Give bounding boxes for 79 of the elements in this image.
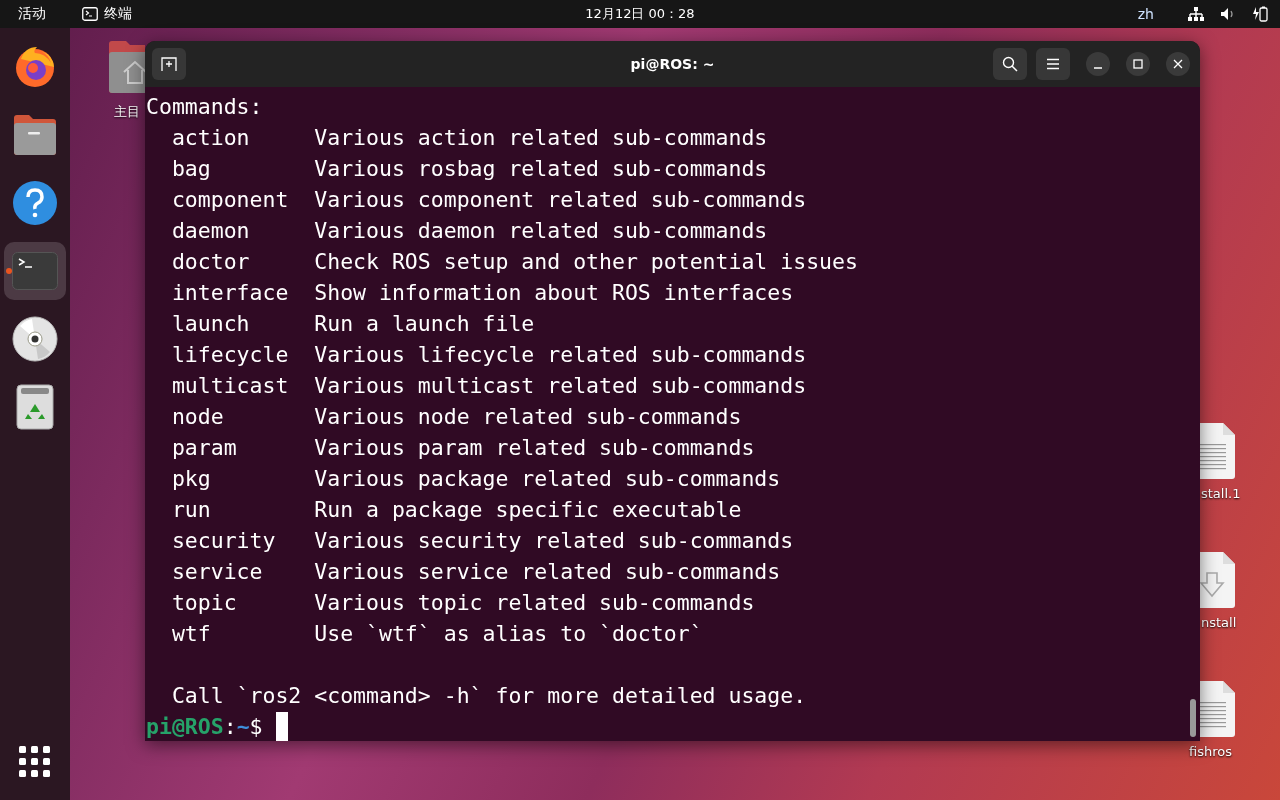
close-button[interactable] (1166, 52, 1190, 76)
network-icon[interactable] (1188, 7, 1204, 21)
search-icon (1002, 56, 1018, 72)
command-description: Various multicast related sub-commands (314, 372, 807, 400)
command-description: Use `wtf` as alias to `doctor` (314, 620, 703, 648)
scrollbar-thumb[interactable] (1190, 699, 1196, 737)
command-name: run (171, 496, 212, 524)
terminal-icon (12, 252, 58, 290)
trash-icon (16, 384, 54, 430)
command-name: component (171, 186, 290, 214)
command-description: Various security related sub-commands (314, 527, 794, 555)
folder-icon (12, 114, 58, 156)
command-description: Various param related sub-commands (314, 434, 755, 462)
text-file-icon[interactable] (1200, 680, 1236, 738)
prompt-path: ~ (236, 713, 250, 741)
command-description: Various topic related sub-commands (314, 589, 755, 617)
minimize-button[interactable] (1086, 52, 1110, 76)
command-description: Run a launch file (314, 310, 535, 338)
command-name: doctor (171, 248, 251, 276)
minimize-icon (1093, 67, 1103, 69)
activities-button[interactable]: 活动 (18, 5, 46, 23)
download-file-icon[interactable] (1200, 551, 1236, 609)
close-icon (1173, 59, 1183, 69)
maximize-icon (1133, 59, 1143, 69)
command-name: node (171, 403, 225, 431)
command-description: Various action related sub-commands (314, 124, 768, 152)
maximize-button[interactable] (1126, 52, 1150, 76)
menu-icon (1046, 58, 1060, 70)
command-name: bag (171, 155, 212, 183)
command-description: Various component related sub-commands (314, 186, 807, 214)
command-description: Show information about ROS interfaces (314, 279, 794, 307)
command-name: wtf (171, 620, 212, 648)
command-name: launch (171, 310, 251, 338)
command-description: Check ROS setup and other potential issues (314, 248, 858, 276)
prompt-user-host: pi@ROS (146, 713, 224, 741)
help-icon (12, 180, 58, 226)
command-name: lifecycle (171, 341, 290, 369)
desktop-icon-label: fishros (1189, 744, 1232, 759)
desktop-icon-label: nstall (1201, 615, 1237, 630)
prompt-symbol: $ (249, 713, 263, 741)
command-description: Various package related sub-commands (314, 465, 781, 493)
app-grid-icon[interactable] (19, 746, 51, 778)
desktop-icon-label: stall.1 (1201, 486, 1241, 501)
command-name: multicast (171, 372, 290, 400)
command-name: action (171, 124, 251, 152)
battery-icon[interactable] (1252, 6, 1268, 22)
command-name: service (171, 558, 264, 586)
input-method-indicator[interactable]: zh (1137, 6, 1154, 22)
window-title: pi@ROS: ~ (630, 56, 715, 72)
command-description: Various service related sub-commands (314, 558, 781, 586)
command-description: Various rosbag related sub-commands (314, 155, 768, 183)
prompt-separator: : (223, 713, 237, 741)
command-name: pkg (171, 465, 212, 493)
fox-globe-icon (13, 45, 57, 89)
output-line: Call `ros2 <command> -h` for more detailed usage. (171, 682, 807, 710)
command-description: Various node related sub-commands (314, 403, 742, 431)
app-menu[interactable]: 终端 (82, 5, 132, 23)
terminal-icon (82, 7, 98, 21)
text-file-icon[interactable] (1200, 422, 1236, 480)
command-name: param (171, 434, 238, 462)
desktop-icon-label: 主目 (114, 103, 140, 121)
search-button[interactable] (993, 48, 1027, 80)
new-tab-button[interactable] (152, 48, 186, 80)
command-name: interface (171, 279, 290, 307)
disc-icon (12, 316, 58, 362)
command-name: topic (171, 589, 238, 617)
command-description: Various daemon related sub-commands (314, 217, 768, 245)
output-line: Commands: (145, 93, 264, 121)
running-indicator (6, 268, 12, 274)
home-folder-icon[interactable] (108, 40, 145, 94)
speaker-icon[interactable] (1220, 7, 1236, 21)
command-name: security (171, 527, 277, 555)
new-tab-icon (161, 57, 177, 71)
menu-button[interactable] (1036, 48, 1070, 80)
command-description: Run a package specific executable (314, 496, 742, 524)
text-cursor (275, 712, 288, 741)
clock[interactable]: 12月12日 00：28 (585, 5, 695, 23)
command-name: daemon (171, 217, 251, 245)
command-description: Various lifecycle related sub-commands (314, 341, 807, 369)
